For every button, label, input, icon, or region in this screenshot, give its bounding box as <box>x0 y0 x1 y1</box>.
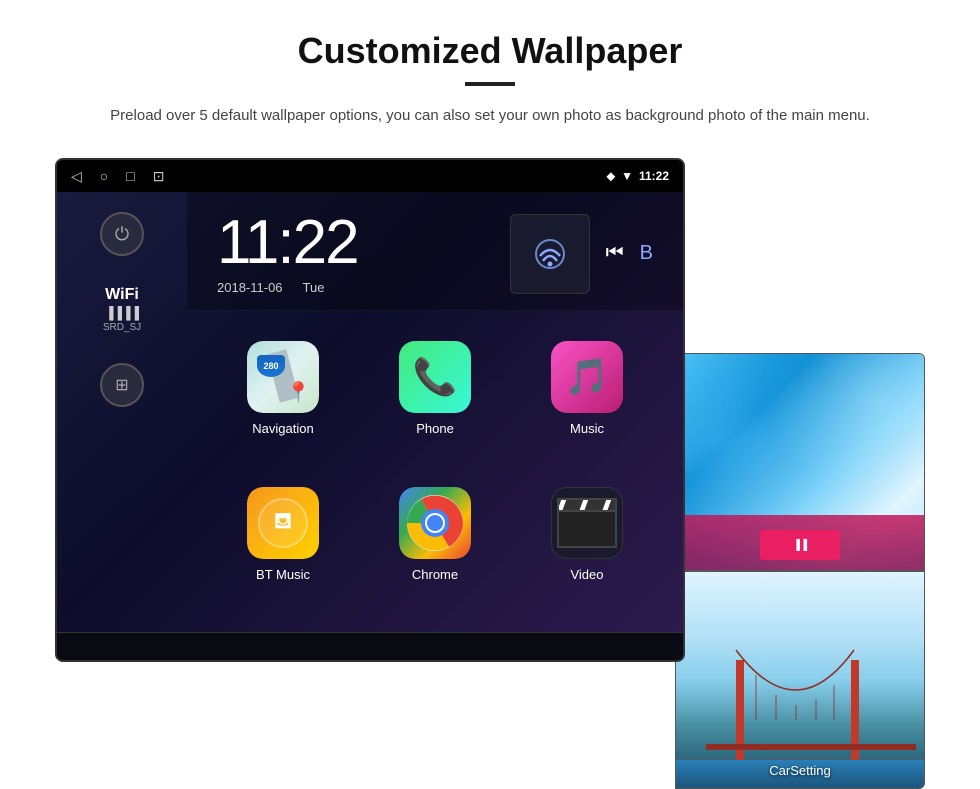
chrome-label: Chrome <box>412 567 458 582</box>
apps-grid-button[interactable]: ⊞ <box>100 363 144 407</box>
media-icon-box <box>510 214 590 294</box>
app-item-navigation[interactable]: 280 📍 Navigation <box>207 331 359 477</box>
status-time: 11:22 <box>639 169 669 183</box>
status-bar-left: ◁ ○ □ ⊡ <box>71 168 164 185</box>
pink-bar-element: ▐▐ <box>760 530 840 560</box>
car-setting-label: CarSetting <box>676 763 924 778</box>
clock-day-value: Tue <box>303 280 325 295</box>
chrome-icon <box>399 487 471 559</box>
video-clapperboard <box>557 498 617 548</box>
clock-date-value: 2018-11-06 <box>217 280 283 295</box>
android-device: ◁ ○ □ ⊡ ⬥ ▼ 11:22 ⏻ WiFi ▐▐▐ <box>55 158 685 662</box>
btmusic-icon: ⛾ <box>247 487 319 559</box>
music-icon: 🎵 <box>551 341 623 413</box>
wallpaper-golden-gate <box>676 572 925 789</box>
status-bar: ◁ ○ □ ⊡ ⬥ ▼ 11:22 <box>57 160 683 192</box>
screenshot-nav-icon[interactable]: ⊡ <box>153 168 165 185</box>
phone-icon: 📞 <box>399 341 471 413</box>
btmusic-label: BT Music <box>256 567 310 582</box>
clap-body <box>557 510 617 548</box>
phone-label: Phone <box>416 421 454 436</box>
android-screen-container: ◁ ○ □ ⊡ ⬥ ▼ 11:22 ⏻ WiFi ▐▐▐ <box>55 158 925 662</box>
app-item-phone[interactable]: 📞 Phone <box>359 331 511 477</box>
page-title: Customized Wallpaper <box>40 30 940 72</box>
wifi-name: SRD_SJ <box>103 322 141 333</box>
navigation-icon: 280 📍 <box>247 341 319 413</box>
status-bar-right: ⬥ ▼ 11:22 <box>607 169 669 184</box>
wallpaper-thumbs: ▐▐ <box>675 353 925 789</box>
clock-info: 11:22 2018-11-06 Tue <box>217 212 480 295</box>
clock-time: 11:22 <box>217 212 480 274</box>
clock-date: 2018-11-06 Tue <box>217 280 480 295</box>
recents-nav-icon[interactable]: □ <box>126 168 134 184</box>
back-nav-icon[interactable]: ◁ <box>71 168 82 185</box>
navigation-label: Navigation <box>252 421 313 436</box>
app-item-video[interactable]: Video <box>511 477 663 623</box>
bottom-bar <box>57 632 683 660</box>
nav-shield-number: 280 <box>263 361 278 371</box>
location-icon: ⬥ <box>607 169 615 184</box>
app-item-chrome[interactable]: Chrome <box>359 477 511 623</box>
apps-grid: 280 📍 Navigation 📞 <box>187 311 683 632</box>
page-description: Preload over 5 default wallpaper options… <box>100 104 880 128</box>
power-button[interactable]: ⏻ <box>100 212 144 256</box>
wifi-media-icon <box>530 234 570 274</box>
bt-inner: ⛾ <box>247 487 319 559</box>
video-icon <box>551 487 623 559</box>
nav-location-pin: 📍 <box>286 380 311 405</box>
nav-map-bg: 280 📍 <box>247 341 319 413</box>
wifi-block: WiFi ▐▐▐▐ SRD_SJ <box>103 286 141 333</box>
wifi-bars: ▐▐▐▐ <box>103 306 141 320</box>
page-wrapper: Customized Wallpaper Preload over 5 defa… <box>0 0 980 682</box>
wallpaper-ice-thumb[interactable]: ▐▐ <box>675 353 925 571</box>
home-nav-icon[interactable]: ○ <box>100 168 108 184</box>
clock-area: 11:22 2018-11-06 Tue <box>187 192 683 311</box>
bt-circle: ⛾ <box>258 498 308 548</box>
center-area: 11:22 2018-11-06 Tue <box>187 192 683 632</box>
app-item-music[interactable]: 🎵 Music <box>511 331 663 477</box>
video-label: Video <box>570 567 603 582</box>
wifi-status-icon: ▼ <box>621 169 633 183</box>
sidebar: ⏻ WiFi ▐▐▐▐ SRD_SJ ⊞ <box>57 192 187 632</box>
prev-track-button[interactable]: ⏮ <box>606 242 624 265</box>
main-content: ⏻ WiFi ▐▐▐▐ SRD_SJ ⊞ 11:22 <box>57 192 683 632</box>
chrome-inner <box>399 487 471 559</box>
nav-shield: 280 <box>257 355 285 377</box>
wifi-label: WiFi <box>103 286 141 304</box>
media-controls: ⏮ B <box>510 214 653 294</box>
next-track-button[interactable]: B <box>640 242 653 265</box>
wallpaper-ice: ▐▐ <box>676 354 924 570</box>
bridge-cables-svg <box>676 640 925 760</box>
title-divider <box>465 82 515 86</box>
app-item-btmusic[interactable]: ⛾ BT Music <box>207 477 359 623</box>
chrome-icon-svg <box>407 495 463 551</box>
wallpaper-bridge-thumb[interactable]: CarSetting <box>675 571 925 789</box>
music-label: Music <box>570 421 604 436</box>
